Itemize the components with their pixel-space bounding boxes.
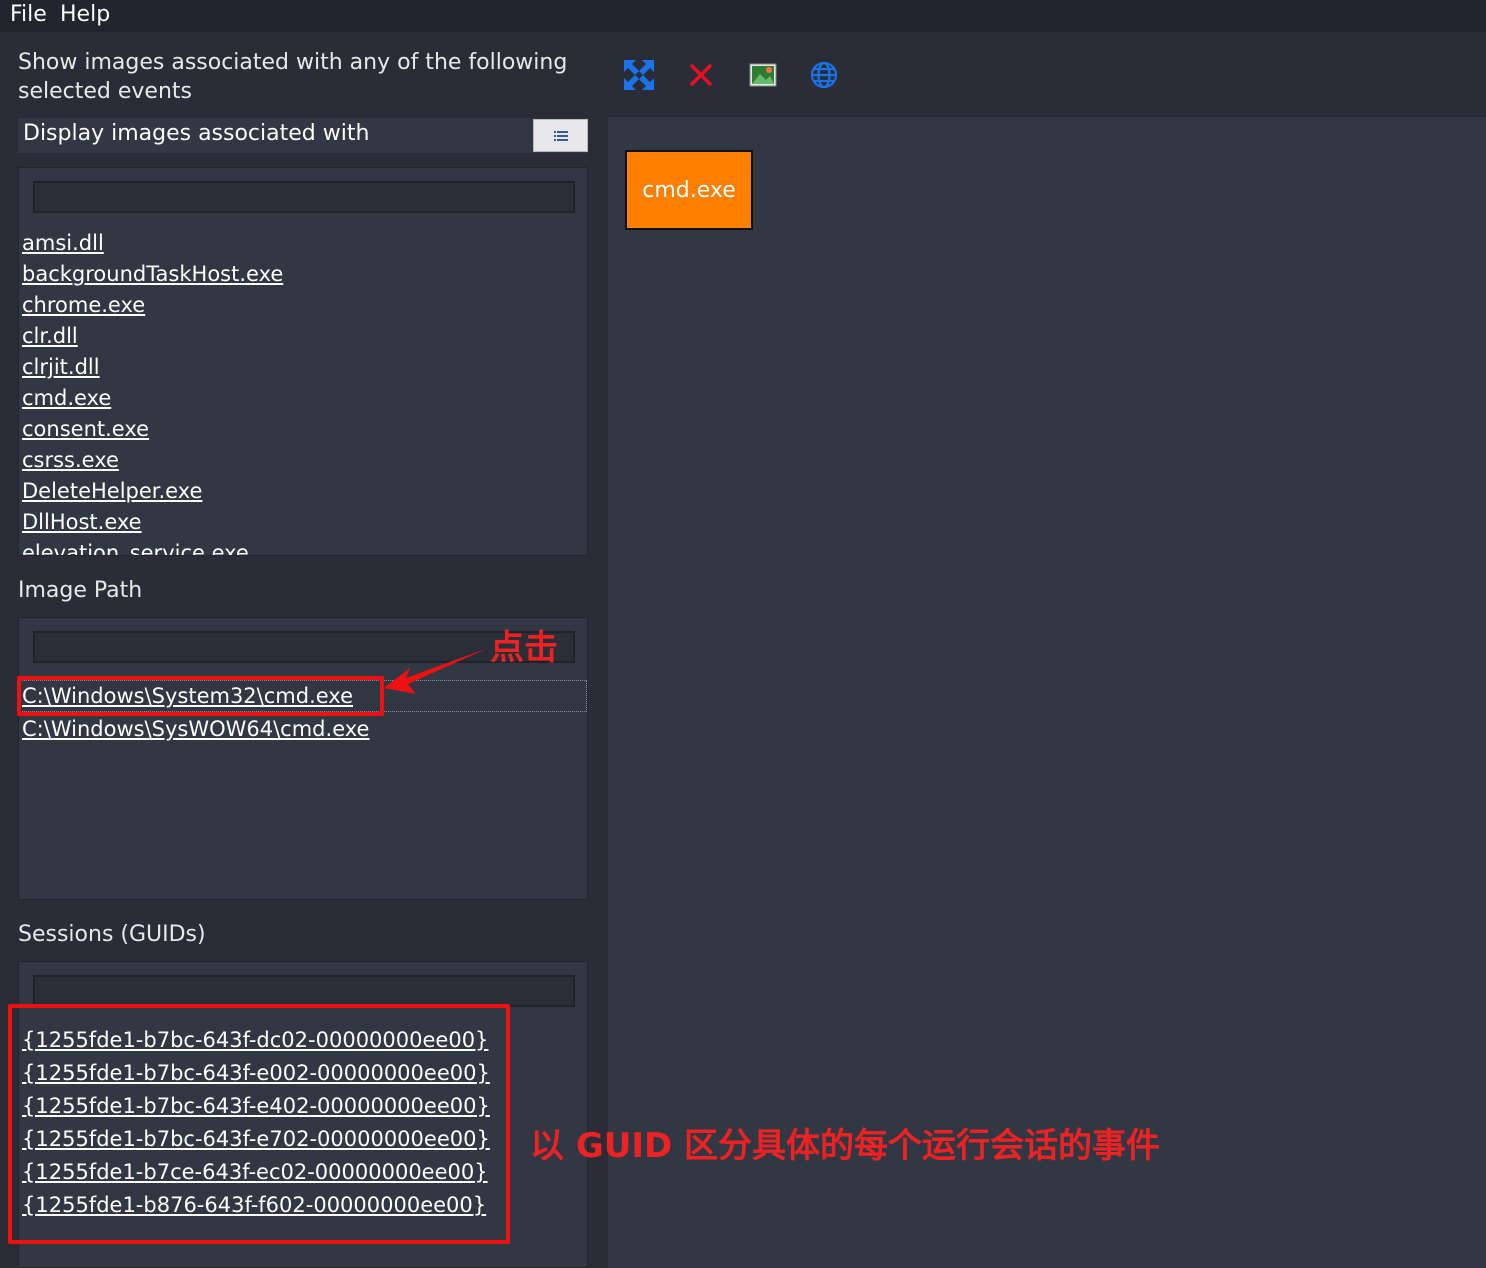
list-item[interactable]: amsi.dll bbox=[19, 228, 585, 259]
list-item[interactable]: chrome.exe bbox=[19, 290, 585, 321]
list-item[interactable]: DeleteHelper.exe bbox=[19, 476, 585, 507]
dropdown-list-button[interactable] bbox=[533, 119, 588, 152]
list-item[interactable]: clrjit.dll bbox=[19, 352, 585, 383]
annotation-guid-text: 以 GUID 区分具体的每个运行会话的事件 bbox=[530, 1126, 1161, 1166]
list-item[interactable]: DllHost.exe bbox=[19, 507, 585, 538]
menu-bar: File Help bbox=[0, 0, 1486, 32]
filter-section-title: Show images associated with any of the f… bbox=[18, 50, 568, 104]
image-path-title: Image Path bbox=[18, 578, 143, 603]
list-item[interactable]: elevation_service.exe bbox=[19, 538, 585, 555]
image-list: amsi.dll backgroundTaskHost.exe chrome.exe… bbox=[19, 228, 585, 555]
list-item[interactable]: C:\Windows\SysWOW64\cmd.exe bbox=[19, 713, 585, 746]
annotation-box-path bbox=[17, 676, 384, 716]
image-icon[interactable] bbox=[746, 58, 780, 92]
annotation-arrow-icon bbox=[384, 648, 488, 694]
fit-view-icon[interactable] bbox=[622, 58, 656, 92]
list-item[interactable]: backgroundTaskHost.exe bbox=[19, 259, 585, 290]
graph-canvas[interactable]: cmd.exe bbox=[608, 117, 1486, 1268]
graph-node-cmd[interactable]: cmd.exe bbox=[625, 150, 753, 230]
list-icon bbox=[553, 130, 568, 141]
dropdown-label: Display images associated with bbox=[23, 121, 370, 146]
annotation-click-text: 点击 bbox=[490, 628, 558, 668]
sessions-filter-input[interactable] bbox=[33, 975, 575, 1007]
globe-icon[interactable] bbox=[807, 58, 841, 92]
display-mode-dropdown[interactable]: Display images associated with bbox=[18, 118, 588, 153]
image-list-box: amsi.dll backgroundTaskHost.exe chrome.exe… bbox=[18, 167, 588, 556]
menu-help[interactable]: Help bbox=[60, 2, 110, 27]
menu-file[interactable]: File bbox=[10, 2, 47, 27]
annotation-box-sessions bbox=[8, 1004, 510, 1244]
list-item[interactable]: consent.exe bbox=[19, 414, 585, 445]
list-item[interactable]: clr.dll bbox=[19, 321, 585, 352]
image-filter-input[interactable] bbox=[33, 181, 575, 213]
list-item[interactable]: cmd.exe bbox=[19, 383, 585, 414]
sessions-title: Sessions (GUIDs) bbox=[18, 922, 206, 947]
list-item[interactable]: csrss.exe bbox=[19, 445, 585, 476]
clear-icon[interactable] bbox=[684, 58, 718, 92]
